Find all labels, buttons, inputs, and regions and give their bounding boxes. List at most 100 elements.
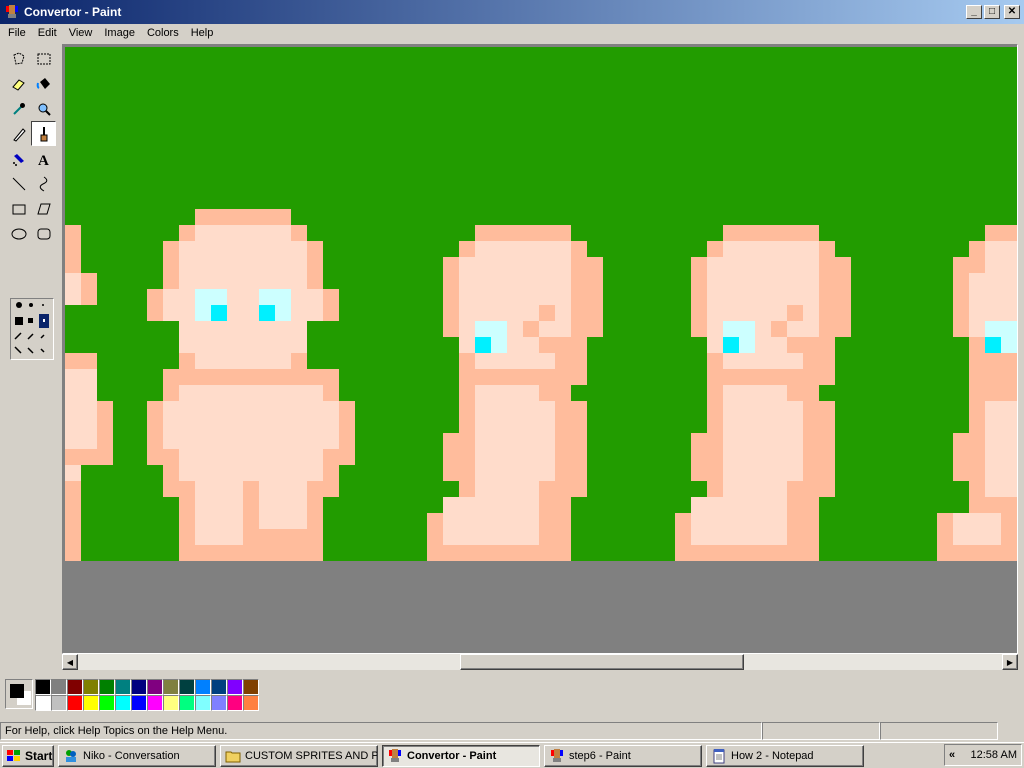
palette-swatch[interactable] [51,679,67,695]
sprite-pixel-block [803,353,819,369]
sprite-pixel-block [953,433,969,481]
palette-swatch[interactable] [243,679,259,695]
palette-swatch[interactable] [115,679,131,695]
rect-select-icon [37,53,50,64]
palette-swatch[interactable] [147,679,163,695]
palette-swatch[interactable] [35,679,51,695]
palette-swatch[interactable] [195,695,211,711]
sprite-pixel-block [443,433,459,481]
drawing-canvas[interactable] [65,47,1017,561]
palette-swatch[interactable] [99,695,115,711]
task-step6-paint[interactable]: step6 - Paint [544,744,702,767]
palette-swatch[interactable] [211,679,227,695]
task-label: Niko - Conversation [83,749,180,762]
tool-polygon[interactable] [31,196,56,221]
tool-text[interactable]: A [31,146,56,171]
sprite-eye [475,337,491,353]
menu-image[interactable]: Image [98,27,141,39]
palette-swatch[interactable] [83,679,99,695]
palette-swatch[interactable] [227,679,243,695]
sprite-pixel-block [969,273,985,337]
tool-ellipse[interactable] [6,221,31,246]
sprite-artwork [65,209,1017,561]
palette-swatch[interactable] [131,695,147,711]
palette-swatch[interactable] [227,695,243,711]
palette-swatch[interactable] [211,695,227,711]
start-label: Start [25,748,53,763]
sprite-pixel-block [475,353,555,369]
title-bar[interactable]: Convertor - Paint _ □ ✕ [0,0,1024,24]
sprite-pixel-block [723,353,803,369]
sprite-pixel-block [65,273,81,305]
palette-swatch[interactable] [243,695,259,711]
menu-help[interactable]: Help [185,27,220,39]
menu-bar: File Edit View Image Colors Help [0,24,1024,42]
palette-swatch[interactable] [67,679,83,695]
task-how2-notepad[interactable]: How 2 - Notepad [706,744,864,767]
palette-swatch[interactable] [99,679,115,695]
tool-airbrush[interactable] [6,146,31,171]
sprite-eye [985,337,1001,353]
tool-line[interactable] [6,171,31,196]
palette-swatch[interactable] [51,695,67,711]
task-custom-sprites-folder[interactable]: CUSTOM SPRITES AND P... [220,744,378,767]
palette-swatch[interactable] [195,679,211,695]
tool-free-form-select[interactable] [6,46,31,71]
notepad-icon [713,748,725,763]
palette-swatch[interactable] [163,695,179,711]
status-help-text: For Help, click Help Topics on the Help … [0,722,762,740]
palette-swatch[interactable] [83,695,99,711]
messenger-icon [66,749,76,762]
sprite-pixel-block [179,385,323,481]
scroll-thumb[interactable] [460,654,744,670]
palette-swatch[interactable] [67,695,83,711]
tool-color-picker[interactable] [6,96,31,121]
palette-swatch[interactable] [35,695,51,711]
brush-options[interactable] [10,298,54,360]
tool-fill[interactable] [31,71,56,96]
sprite-eye [211,305,227,321]
palette-swatch[interactable] [147,695,163,711]
tool-magnifier[interactable] [31,96,56,121]
tool-eraser[interactable] [6,71,31,96]
tool-rect-select[interactable] [31,46,56,71]
sprite-pixel-block [195,481,243,545]
menu-view[interactable]: View [63,27,99,39]
sprite-pixel-block [787,401,803,481]
scroll-right-button[interactable]: ▶ [1002,654,1018,670]
tool-rounded-rect[interactable] [31,221,56,246]
sprite-pixel-block [539,337,571,353]
palette-swatch[interactable] [179,679,195,695]
palette-swatch[interactable] [131,679,147,695]
current-colors[interactable] [5,679,33,709]
horizontal-scrollbar[interactable]: ◀ ▶ [62,654,1018,670]
scroll-left-button[interactable]: ◀ [62,654,78,670]
task-convertor-paint[interactable]: Convertor - Paint [382,744,540,767]
task-niko-conversation[interactable]: Niko - Conversation [58,744,216,767]
fill-bucket-icon [36,77,50,89]
clock[interactable]: 12:58 AM [971,749,1017,761]
palette-swatch[interactable] [163,679,179,695]
size-grip[interactable] [998,722,1020,740]
menu-colors[interactable]: Colors [141,27,185,39]
tool-brush[interactable] [31,121,56,146]
tool-rectangle[interactable] [6,196,31,221]
tool-pencil[interactable] [6,121,31,146]
palette-swatch[interactable] [179,695,195,711]
menu-edit[interactable]: Edit [32,27,63,39]
minimize-button[interactable]: _ [966,5,982,19]
sprite-pixel-block [195,209,291,225]
brush-shape-options-icon [14,302,49,354]
tool-curve[interactable] [31,171,56,196]
tray-expand-button[interactable]: « [949,749,955,761]
palette-swatch[interactable] [115,695,131,711]
eraser-icon [11,78,25,91]
close-button[interactable]: ✕ [1004,5,1020,19]
sprite-eye [259,305,275,321]
maximize-button[interactable]: □ [984,5,1000,19]
start-button[interactable]: Start [2,744,54,767]
sprite-pixel-block [323,289,339,321]
sprite-eye [723,337,739,353]
ellipse-icon [11,228,26,239]
menu-file[interactable]: File [2,27,32,39]
